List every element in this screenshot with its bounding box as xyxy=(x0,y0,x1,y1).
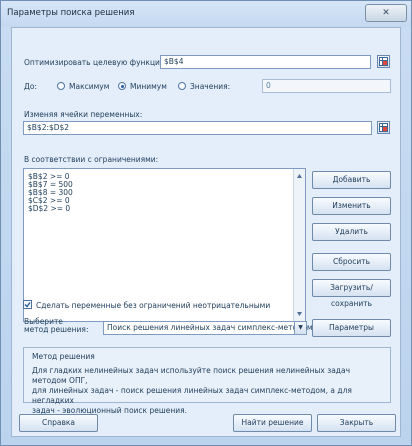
variables-ref-button[interactable] xyxy=(377,121,390,134)
delete-button[interactable]: Удалить xyxy=(312,223,391,241)
checkmark-icon xyxy=(24,302,31,308)
close-icon: ✕ xyxy=(382,8,390,18)
method-select[interactable]: Поиск решения линейных задач симплекс-ме… xyxy=(103,321,313,335)
variables-label: Изменяя ячейки переменных: xyxy=(24,110,143,119)
method-info-title: Метод решения xyxy=(32,352,95,361)
scroll-down-icon[interactable] xyxy=(294,309,305,319)
variables-field[interactable]: $B$2:$D$2 xyxy=(23,121,372,135)
scroll-up-icon[interactable] xyxy=(294,171,305,181)
min-radio-label: Минимум xyxy=(130,82,167,91)
solve-button[interactable]: Найти решение xyxy=(233,414,312,432)
add-button[interactable]: Добавить xyxy=(312,171,391,189)
to-label: До: xyxy=(24,82,37,91)
cell-reference-icon xyxy=(379,57,388,66)
change-button[interactable]: Изменить xyxy=(312,197,391,215)
method-label-line2: метод решения: xyxy=(24,325,89,334)
method-select-value: Поиск решения линейных задач симплекс-ме… xyxy=(107,323,313,332)
value-radio-label: Значения: xyxy=(190,82,231,91)
max-radio[interactable] xyxy=(57,82,65,90)
reset-button[interactable]: Сбросить xyxy=(312,253,391,271)
value-field[interactable]: 0 xyxy=(262,79,391,93)
constraints-scrollbar[interactable] xyxy=(293,169,305,321)
parameters-button[interactable]: Параметры xyxy=(312,319,391,337)
constraints-label: В соответствии с ограничениями: xyxy=(24,155,159,164)
constraints-list[interactable]: $B$2 >= 0 $B$7 = 500 $B$8 = 300 $C$2 >= … xyxy=(23,168,306,322)
min-radio[interactable] xyxy=(118,82,126,90)
load-save-button[interactable]: Загрузить/сохранить xyxy=(312,279,391,308)
window-title: Параметры поиска решения xyxy=(7,8,135,18)
method-info-group: Метод решения Для гладких нелинейных зад… xyxy=(23,347,391,415)
objective-label: Оптимизировать целевую функцию: xyxy=(24,58,169,67)
value-radio[interactable] xyxy=(178,82,186,90)
close-button[interactable]: ✕ xyxy=(365,4,407,22)
objective-field[interactable]: $B$4 xyxy=(160,55,371,69)
title-bar: Параметры поиска решения ✕ xyxy=(1,1,411,27)
cell-reference-icon xyxy=(379,123,388,132)
help-button[interactable]: Справка xyxy=(19,414,98,432)
objective-ref-button[interactable] xyxy=(377,55,390,68)
method-info-text: Для гладких нелинейных задач используйте… xyxy=(32,366,352,415)
dialog-body: Оптимизировать целевую функцию: $B$4 До:… xyxy=(11,27,401,437)
list-item[interactable]: $D$2 >= 0 xyxy=(28,204,70,213)
nonnegative-checkbox[interactable] xyxy=(23,300,32,309)
max-radio-label: Максимум xyxy=(69,82,110,91)
solver-dialog: Параметры поиска решения ✕ Оптимизироват… xyxy=(0,0,412,446)
nonnegative-label: Сделать переменные без ограничений неотр… xyxy=(36,301,271,310)
close-dialog-button[interactable]: Закрыть xyxy=(317,414,396,432)
dropdown-arrow-icon[interactable]: ▼ xyxy=(294,322,306,334)
